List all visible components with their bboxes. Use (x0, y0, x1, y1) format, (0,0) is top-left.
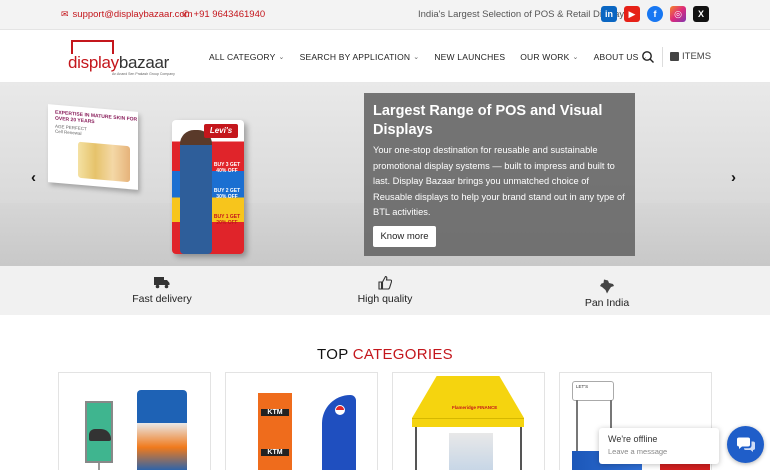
envelope-icon: ✉ (61, 9, 69, 19)
chevron-down-icon: ⌄ (572, 54, 579, 61)
title-part1: TOP (317, 346, 349, 363)
email-link[interactable]: ✉ support@displaybazaar.com (61, 9, 193, 20)
nav-label: ABOUT US (593, 52, 639, 62)
cart-label: ITEMS (682, 51, 712, 62)
know-more-button[interactable]: Know more (373, 226, 436, 247)
logo-tagline: An Anand Sen Prakash Group Company (112, 72, 175, 76)
nav-label: SEARCH BY APPLICATION (299, 52, 411, 62)
standee-offer-2: BUY 2 GET 30% OFF (213, 188, 241, 200)
flag-brand: KTM (261, 449, 289, 456)
chevron-down-icon: ⌄ (278, 54, 285, 61)
tent-leg (520, 427, 522, 470)
feature-fast-delivery: Fast delivery (102, 274, 222, 305)
nav-all-category[interactable]: ALL CATEGORY ⌄ (209, 52, 285, 62)
logo-part1: display (68, 53, 119, 72)
stand-pole (98, 463, 100, 470)
shoe-graphic (89, 429, 111, 441)
hero-text: Your one-stop destination for reusable a… (373, 145, 625, 217)
top-bar: ✉ support@displaybazaar.com ✆ +91 964346… (0, 0, 770, 30)
cart-button[interactable]: ITEMS (670, 51, 711, 62)
signboard: LET'S (572, 381, 614, 401)
feature-label: Fast delivery (132, 293, 192, 305)
thumbs-up-icon (378, 275, 392, 290)
shopping-bag-icon (670, 52, 679, 61)
canopy-valance (412, 418, 524, 427)
phone-text: +91 9643461940 (193, 9, 266, 20)
truck-icon (154, 276, 170, 288)
linkedin-icon[interactable]: in (601, 6, 617, 22)
standee-graphic (137, 390, 187, 470)
chat-bubble-icon (736, 437, 755, 452)
nav-search-by-application[interactable]: SEARCH BY APPLICATION ⌄ (300, 52, 420, 62)
india-map-icon (600, 279, 614, 293)
chevron-down-icon: ⌄ (413, 54, 420, 61)
panel-sub-line2: Cell Renewal (55, 128, 82, 136)
product-bottles (78, 141, 130, 183)
slider-next-button[interactable]: › (731, 169, 736, 186)
instagram-icon[interactable]: ◎ (670, 6, 686, 22)
youtube-icon[interactable]: ▶ (624, 6, 640, 22)
top-categories-title: TOP CATEGORIES (0, 346, 770, 363)
canopy-tent: Flameridge FINANCE (412, 376, 524, 418)
feature-pan-india: Pan India (547, 278, 667, 309)
hero-caption: Largest Range of POS and Visual Displays… (364, 93, 635, 256)
hero-slider: ‹ › EXPERTISE IN MATURE SKIN FOR OVER 20… (0, 83, 770, 266)
logo[interactable]: displaybazaar An Anand Sen Prakash Group… (68, 40, 175, 76)
feature-label: Pan India (584, 297, 630, 309)
main-nav: ALL CATEGORY ⌄ SEARCH BY APPLICATION ⌄ NEW… (209, 52, 663, 62)
nav-label: OUR WORK (520, 52, 570, 62)
model-figure (180, 130, 212, 254)
standee-offer-1: BUY 3 GET 40% OFF (213, 162, 241, 174)
standee-brand: Levi's (204, 124, 238, 138)
ktm-flag: KTM KTM (258, 393, 292, 470)
facebook-icon[interactable]: f (647, 6, 663, 22)
header-divider (662, 47, 663, 67)
phone-icon: ✆ (182, 9, 190, 19)
nav-about-us[interactable]: ABOUT US ⌄ (594, 52, 648, 62)
social-links: in ▶ f ◎ X (601, 6, 709, 22)
tagline: India's Largest Selection of POS & Retai… (418, 9, 625, 20)
flag-brand: KTM (261, 409, 289, 416)
slide-standee: Levi's BUY 3 GET 40% OFF BUY 2 GET 30% O… (172, 120, 244, 254)
chat-button[interactable] (727, 426, 764, 463)
title-part2: CATEGORIES (352, 346, 453, 363)
chat-status: We're offline (608, 434, 658, 444)
chat-message: Leave a message (608, 447, 668, 456)
canopy-brand: Flameridge FINANCE (452, 405, 498, 410)
tent-wall (449, 433, 493, 470)
email-text: support@displaybazaar.com (72, 9, 193, 20)
logo-frame (71, 40, 114, 54)
chat-popup[interactable]: We're offline Leave a message (599, 428, 719, 464)
slider-prev-button[interactable]: ‹ (31, 169, 36, 186)
tent-leg (415, 427, 417, 470)
nav-our-work[interactable]: OUR WORK ⌄ (520, 52, 578, 62)
category-card[interactable]: Flameridge FINANCE (392, 372, 545, 470)
logo-part2: bazaar (118, 53, 170, 72)
phone-link[interactable]: ✆ +91 9643461940 (182, 9, 265, 20)
nav-label: NEW LAUNCHES (434, 52, 506, 62)
features-strip: Fast delivery High quality Pan India (0, 266, 770, 315)
category-card[interactable] (58, 372, 211, 470)
nav-new-launches[interactable]: NEW LAUNCHES (434, 52, 505, 62)
nav-label: ALL CATEGORY (209, 52, 276, 62)
hero-title: Largest Range of POS and Visual Displays (373, 103, 603, 138)
slide-display-panel: EXPERTISE IN MATURE SKIN FOR OVER 20 YEA… (48, 104, 138, 190)
logo-text: displaybazaar (68, 53, 169, 73)
feature-label: High quality (357, 293, 413, 305)
red-banner (660, 463, 710, 470)
x-icon[interactable]: X (693, 6, 709, 22)
category-card[interactable]: KTM KTM (225, 372, 378, 470)
signage-stand (85, 401, 113, 463)
standee-offer-3: BUY 1 GET 20% OFF (213, 214, 241, 226)
feature-high-quality: High quality (325, 274, 445, 305)
pepsi-logo-icon (335, 405, 345, 415)
panel-sub: AGE PERFECT Cell Renewal (55, 124, 87, 137)
pepsi-flag (322, 395, 356, 470)
site-header: displaybazaar An Anand Sen Prakash Group… (0, 30, 770, 83)
search-icon[interactable] (641, 50, 655, 64)
